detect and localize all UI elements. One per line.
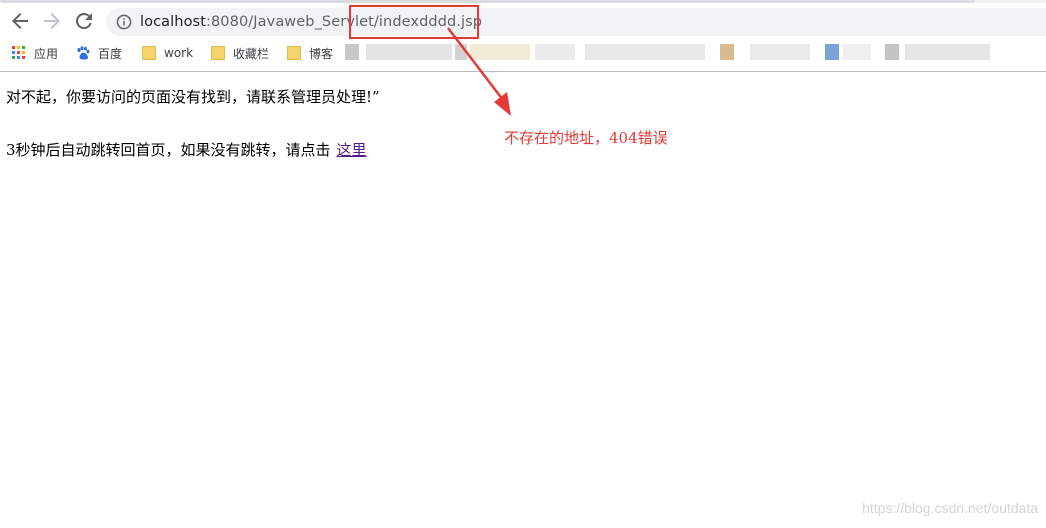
redirect-notice: 3秒钟后自动跳转回首页，如果没有跳转，请点击 这里 bbox=[6, 139, 367, 160]
annotation-arrow bbox=[447, 27, 511, 116]
bookmark-label: 博客 bbox=[309, 46, 334, 61]
back-button[interactable] bbox=[8, 9, 32, 33]
error-message: 对不起，你要访问的页面没有找到，请联系管理员处理!” bbox=[6, 88, 380, 106]
folder-icon bbox=[211, 46, 225, 60]
blurred-bookmark[interactable] bbox=[345, 44, 359, 60]
bookmark-apps[interactable]: 应用 bbox=[12, 44, 58, 62]
address-bar[interactable]: localhost:8080/Javaweb_Servlet/indexdddd… bbox=[106, 8, 1046, 36]
bookmark-label: 应用 bbox=[34, 46, 59, 61]
bookmark-label: 百度 bbox=[98, 46, 123, 61]
blurred-bookmark[interactable] bbox=[750, 44, 810, 60]
bookmarks-bar: 应用 百度 work 收藏栏 博客 bbox=[0, 40, 1046, 67]
apps-grid-icon bbox=[12, 46, 25, 59]
blurred-bookmark[interactable] bbox=[470, 44, 530, 60]
blurred-bookmark[interactable] bbox=[885, 44, 899, 60]
folder-icon bbox=[287, 46, 301, 60]
reload-button[interactable] bbox=[72, 9, 96, 33]
annotation-label: 不存在的地址，404错误 bbox=[504, 129, 668, 147]
reload-icon bbox=[75, 12, 92, 29]
bookmark-label: 收藏栏 bbox=[233, 46, 270, 61]
baidu-paw-icon bbox=[77, 46, 90, 60]
info-icon[interactable] bbox=[116, 14, 132, 30]
watermark-text: https://blog.csdn.net/outdata bbox=[862, 500, 1038, 516]
arrow-left-icon bbox=[12, 13, 28, 29]
bookmark-folder-blog[interactable]: 博客 bbox=[287, 44, 333, 62]
bookmark-folder-work[interactable]: work bbox=[142, 44, 193, 62]
blurred-bookmark[interactable] bbox=[905, 44, 990, 60]
browser-toolbar: localhost:8080/Javaweb_Servlet/indexdddd… bbox=[0, 3, 1046, 39]
blurred-bookmark[interactable] bbox=[366, 44, 452, 60]
blurred-bookmark[interactable] bbox=[825, 44, 839, 60]
bookmark-baidu[interactable]: 百度 bbox=[76, 44, 122, 62]
toolbar-divider bbox=[0, 71, 1046, 72]
blurred-bookmark[interactable] bbox=[535, 44, 575, 60]
blurred-bookmark[interactable] bbox=[843, 44, 871, 60]
bookmark-folder-favorites[interactable]: 收藏栏 bbox=[211, 44, 269, 62]
url-highlight-box bbox=[349, 5, 479, 39]
arrow-right-icon bbox=[44, 13, 60, 29]
url-host: localhost bbox=[140, 14, 206, 30]
bookmark-label: work bbox=[164, 46, 194, 60]
folder-icon bbox=[142, 46, 156, 60]
blurred-bookmark[interactable] bbox=[455, 44, 467, 60]
forward-button[interactable] bbox=[40, 9, 64, 33]
blurred-bookmark[interactable] bbox=[585, 44, 705, 60]
redirect-link[interactable]: 这里 bbox=[337, 141, 367, 159]
blurred-bookmark[interactable] bbox=[720, 44, 734, 60]
redirect-text: 3秒钟后自动跳转回首页，如果没有跳转，请点击 bbox=[6, 141, 331, 159]
